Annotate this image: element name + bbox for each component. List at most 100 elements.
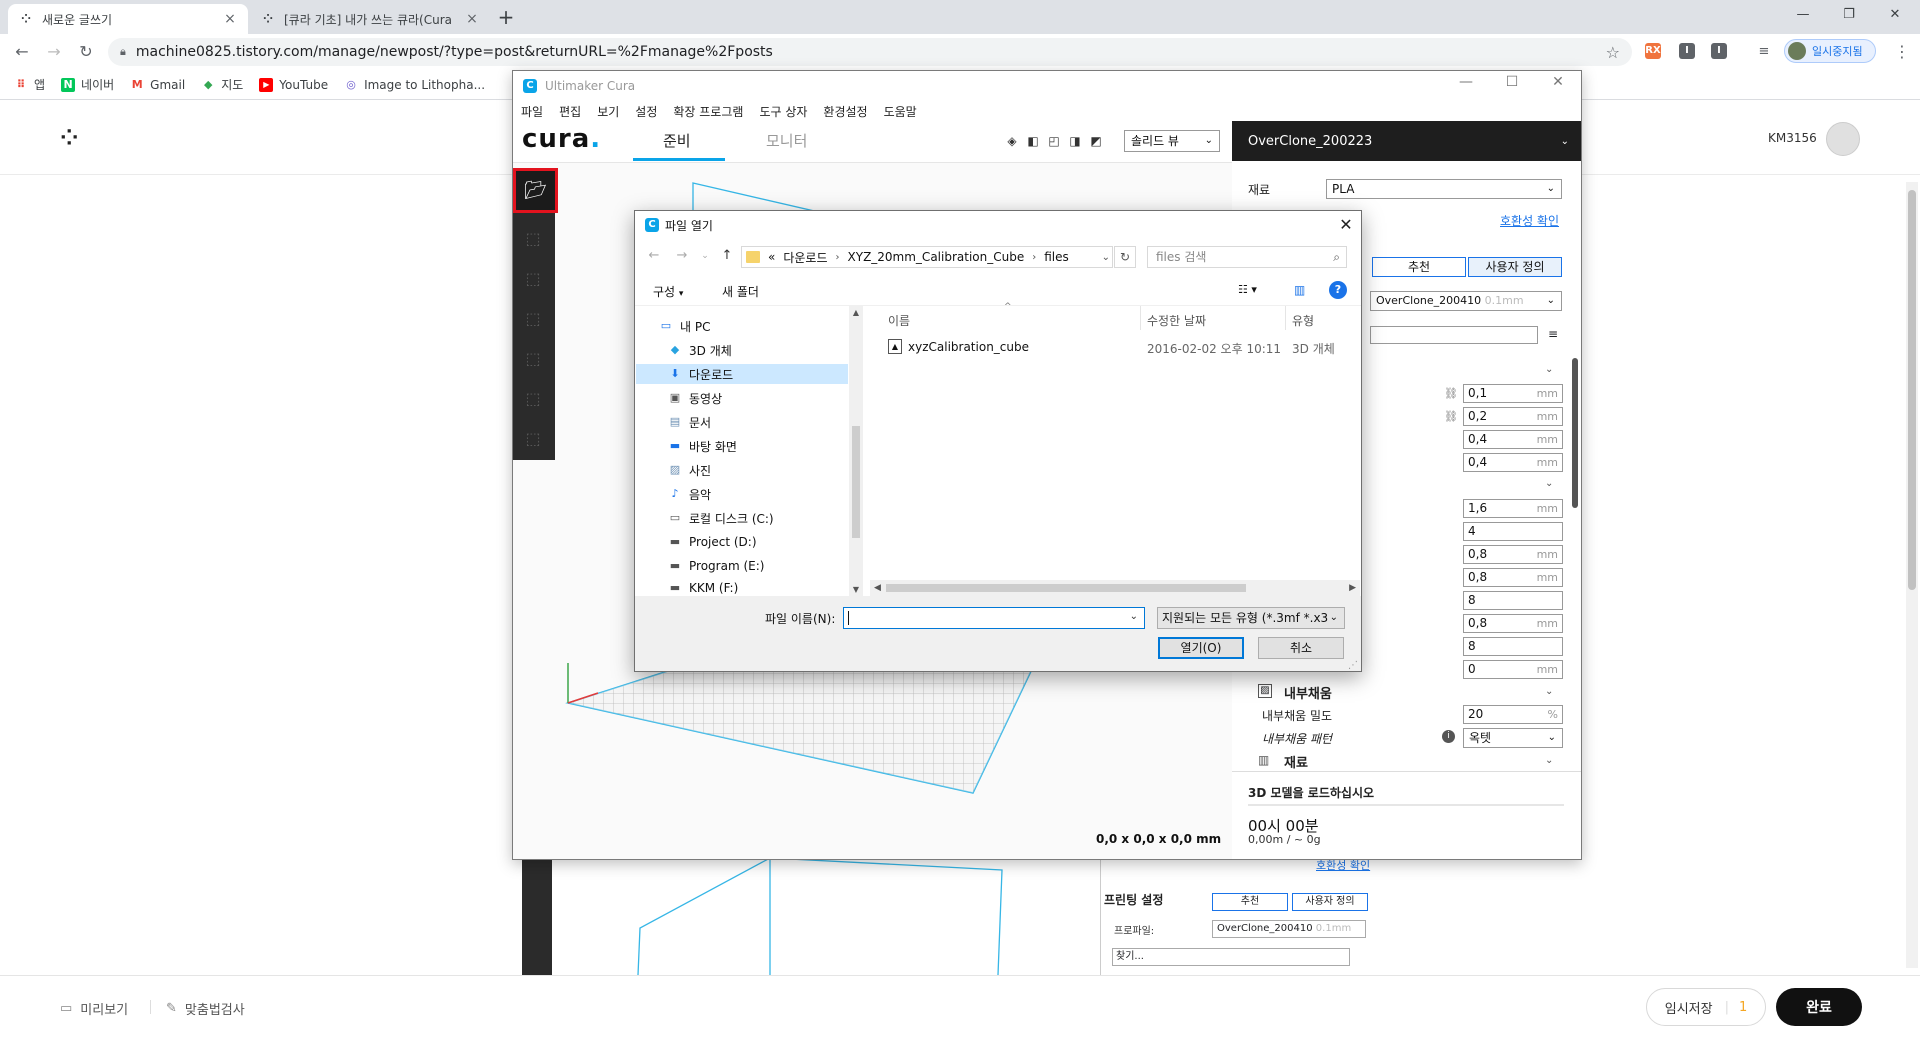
settings-search-input[interactable] [1370,326,1538,344]
new-tab-button[interactable]: + [492,6,520,30]
resize-grip-icon[interactable]: ⋰ [1348,660,1358,671]
setting-field[interactable]: 0,8 mm [1463,568,1563,587]
view-front-icon[interactable]: ◧ [1026,134,1040,148]
infill-pattern-select[interactable]: 옥텟 ⌄ [1463,728,1563,748]
info-icon[interactable]: i [1442,730,1455,743]
close-tab-icon[interactable]: × [222,11,238,27]
cura-minimize-button[interactable]: — [1446,74,1486,90]
column-header-name[interactable]: 이름 [888,312,910,329]
tree-item-pc[interactable]: ▭ 내 PC [658,316,848,336]
setting-field[interactable]: 0,4 mm [1463,430,1563,449]
stage-prepare[interactable]: 준비 [663,130,691,151]
restore-button[interactable]: ❐ [1826,0,1872,30]
back-icon[interactable]: ← [10,40,34,64]
support-blocker-icon[interactable]: ⬚ [522,428,544,450]
chevron-down-icon[interactable]: ⌄ [1545,364,1553,375]
refresh-icon[interactable]: ↻ [1114,246,1136,268]
temp-save-button[interactable]: 임시저장 | 1 [1646,988,1766,1026]
menu-kebab-icon[interactable]: ⋮ [1890,40,1914,64]
avatar[interactable] [1826,122,1860,156]
close-tab-icon[interactable]: × [464,11,480,27]
page-scrollbar[interactable] [1906,182,1918,968]
bookmark-naver[interactable]: N 네이버 [61,76,114,93]
minimize-button[interactable]: — [1780,0,1826,30]
printer-selector[interactable]: OverClone_200223 ⌄ [1232,121,1581,161]
bookmark-lithophane[interactable]: ◎ Image to Lithopha... [344,78,485,92]
settings-scrollbar[interactable] [1572,358,1578,508]
close-window-button[interactable]: ✕ [1872,0,1918,30]
tree-item-music[interactable]: ♪ 음악 [667,484,857,504]
material-section-header[interactable]: 재료 [1284,752,1308,771]
dialog-close-button[interactable]: ✕ [1334,214,1358,236]
preview-button[interactable]: ▭ 미리보기 [60,999,128,1018]
done-button[interactable]: 완료 [1776,988,1862,1026]
chevron-down-icon[interactable]: ⌄ [1102,252,1110,263]
bookmark-gmail[interactable]: M Gmail [130,78,186,92]
setting-field[interactable]: 8 [1463,591,1563,610]
help-icon[interactable]: ? [1329,281,1347,299]
forward-icon[interactable]: → [673,246,691,266]
forward-icon[interactable]: → [42,40,66,64]
file-list-hscrollbar[interactable]: ◀ ▶ [870,580,1360,596]
setting-field[interactable]: 0 mm [1463,660,1563,679]
menu-toolbox[interactable]: 도구 상자 [759,103,807,120]
material-select[interactable]: PLA ⌄ [1326,179,1562,199]
stage-monitor[interactable]: 모니터 [766,130,807,151]
bookmark-star-icon[interactable]: ☆ [1606,43,1620,62]
filename-input[interactable]: ⌄ [843,607,1145,629]
tree-item-drive-e[interactable]: ▬ Program (E:) [667,556,857,576]
extension-rx-icon[interactable]: RX [1645,43,1661,59]
scale-tool-icon[interactable]: ⬚ [522,268,544,290]
setting-field[interactable]: 0,4 mm [1463,453,1563,472]
dialog-search-input[interactable]: files 검색 ⌕ [1147,246,1347,268]
back-icon[interactable]: ← [645,246,663,266]
infill-density-field[interactable]: 20% [1463,705,1563,724]
view-options-icon[interactable]: ☷ ▾ [1238,283,1257,296]
per-model-settings-icon[interactable]: ⬚ [522,388,544,410]
tree-scrollbar[interactable]: ▲ ▼ [849,306,863,596]
reading-list-icon[interactable]: ≡ [1752,40,1776,64]
tree-item-documents[interactable]: ▤ 문서 [667,412,857,432]
menu-help[interactable]: 도움말 [884,103,917,120]
menu-extensions[interactable]: 확장 프로그램 [673,103,743,120]
view-top-icon[interactable]: ◰ [1047,134,1061,148]
setting-field[interactable]: 1,6 mm [1463,499,1563,518]
breadcrumb-downloads[interactable]: 다운로드 [783,249,827,266]
dialog-address-bar[interactable]: « 다운로드 › XYZ_20mm_Calibration_Cube › fil… [741,246,1113,268]
new-folder-button[interactable]: 새 폴더 [722,283,759,300]
column-header-type[interactable]: 유형 [1292,312,1314,329]
tistory-logo-icon[interactable]: ⁘ [60,126,78,151]
extension-icon[interactable]: I [1679,43,1695,59]
breadcrumb-overflow[interactable]: « [768,250,775,264]
chevron-down-icon[interactable]: ⌄ [1545,686,1553,697]
chevron-down-icon[interactable]: ⌄ [1545,478,1553,489]
compatibility-link[interactable]: 호환성 확인 [1500,212,1559,229]
preview-pane-icon[interactable]: ▥ [1294,283,1305,297]
view-left-icon[interactable]: ◨ [1068,134,1082,148]
setting-field[interactable]: 0,8 mm [1463,614,1563,633]
setting-field[interactable]: 4 [1463,522,1563,541]
profile-button[interactable]: 일시중지됨 [1784,39,1876,63]
cancel-button[interactable]: 취소 [1258,637,1344,659]
file-row[interactable]: ▲ xyzCalibration_cube 2016-02-02 오후 10:1… [886,338,1350,358]
tree-item-desktop[interactable]: ▬ 바탕 화면 [667,436,857,456]
rotate-tool-icon[interactable]: ⬚ [522,308,544,330]
bookmark-apps[interactable]: ⠿ 앱 [14,76,45,93]
reload-icon[interactable]: ↻ [74,40,98,64]
bookmark-youtube[interactable]: ▶ YouTube [259,77,328,92]
breadcrumb-folder[interactable]: XYZ_20mm_Calibration_Cube [848,250,1025,264]
cura-maximize-button[interactable]: ☐ [1492,74,1532,90]
menu-preferences[interactable]: 환경설정 [823,103,867,120]
recent-locations-icon[interactable]: ⌄ [696,246,714,266]
browser-tab[interactable]: ⁘ [큐라 기초] 내가 쓰는 큐라(Cura × [250,4,490,34]
open-button[interactable]: 열기(O) [1158,637,1244,659]
setting-field[interactable]: 0,1 mm [1463,384,1563,403]
tree-item-3d-objects[interactable]: ◆ 3D 개체 [667,340,857,360]
setting-field[interactable]: 8 [1463,637,1563,656]
view-mode-select[interactable]: 솔리드 뷰 ⌄ [1124,130,1220,152]
view-right-icon[interactable]: ◩ [1089,134,1103,148]
tree-item-drive-d[interactable]: ▬ Project (D:) [667,532,857,552]
tree-item-downloads[interactable]: ⬇ 다운로드 [636,364,848,384]
settings-menu-icon[interactable]: ≡ [1548,327,1558,341]
column-header-modified[interactable]: 수정한 날짜 [1147,312,1206,329]
